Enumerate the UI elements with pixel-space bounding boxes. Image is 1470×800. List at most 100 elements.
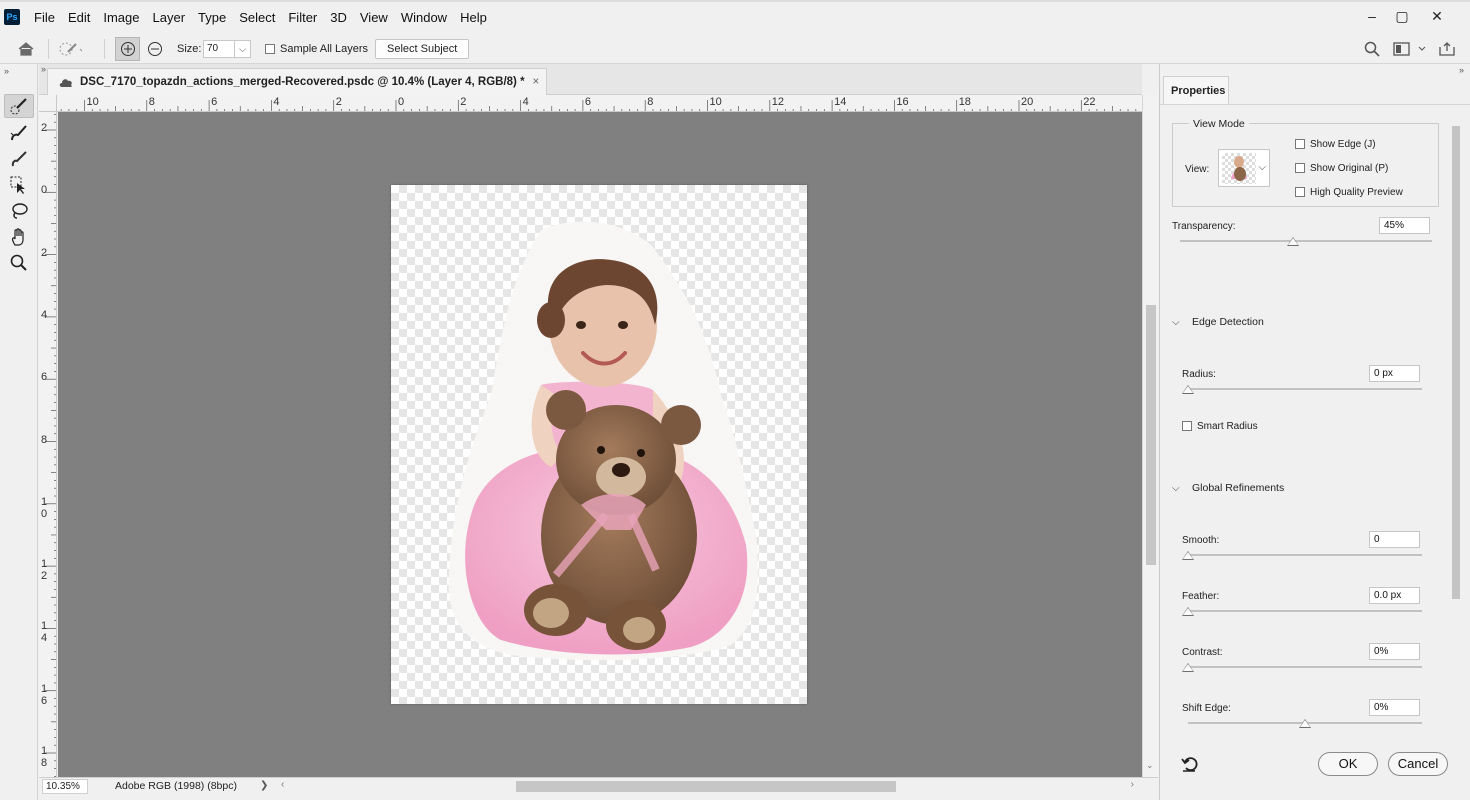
transparency-slider-thumb[interactable] <box>1287 237 1300 246</box>
document-image[interactable] <box>391 185 807 704</box>
size-dropdown[interactable]: ⌵ <box>235 40 251 58</box>
menu-select[interactable]: Select <box>232 10 281 26</box>
brush-tool[interactable] <box>4 147 34 171</box>
collapse-toolbar-icon[interactable]: » <box>4 66 9 76</box>
radius-slider[interactable] <box>1188 388 1422 390</box>
options-bar: Size: 70 ⌵ Sample All Layers Select Subj… <box>0 34 1470 64</box>
workspace-switcher[interactable] <box>1393 34 1427 64</box>
maximize-button[interactable]: ▢ <box>1387 4 1417 28</box>
status-menu-icon[interactable]: ❯ <box>260 780 268 791</box>
shift-edge-field[interactable]: 0% <box>1369 699 1420 716</box>
zoom-tool[interactable] <box>4 251 34 275</box>
edge-detection-header[interactable]: ⌵ Edge Detection <box>1172 316 1264 328</box>
feather-slider-thumb[interactable] <box>1182 607 1194 616</box>
canvas-vertical-scrollbar[interactable]: ⌄ <box>1142 95 1158 777</box>
object-selection-tool[interactable] <box>4 173 34 197</box>
canvas-horizontal-scrollbar[interactable]: ‹ › <box>281 778 1134 795</box>
menu-filter[interactable]: Filter <box>281 10 323 26</box>
collapse-panels-icon[interactable]: » <box>41 64 46 74</box>
reset-button[interactable] <box>1180 754 1200 777</box>
sample-all-layers-option[interactable]: Sample All Layers <box>265 34 368 64</box>
search-button[interactable] <box>1364 34 1380 64</box>
show-edge-checkbox[interactable] <box>1295 139 1305 150</box>
menu-layer[interactable]: Layer <box>146 10 192 26</box>
ruler-origin[interactable] <box>39 95 57 112</box>
smart-radius-checkbox[interactable] <box>1182 421 1192 432</box>
smart-radius-option[interactable]: Smart Radius <box>1182 421 1258 432</box>
high-quality-preview-checkbox[interactable] <box>1295 187 1305 198</box>
add-to-selection-button[interactable] <box>115 34 140 64</box>
global-refinements-title: Global Refinements <box>1192 482 1285 494</box>
panel-scroll-thumb[interactable] <box>1452 126 1460 599</box>
shift-edge-slider-thumb[interactable] <box>1299 719 1311 728</box>
lasso-tool[interactable] <box>4 199 34 223</box>
contrast-slider[interactable] <box>1188 666 1422 668</box>
feather-slider[interactable] <box>1188 610 1422 612</box>
menu-file[interactable]: File <box>27 10 61 26</box>
vertical-scroll-thumb[interactable] <box>1146 305 1156 565</box>
vertical-ruler[interactable]: 2 0 2 4 6 8 10 12 14 16 18 <box>39 112 57 777</box>
document-tab[interactable]: DSC_7170_topazdn_actions_merged-Recovere… <box>47 68 547 95</box>
transparency-slider[interactable] <box>1180 240 1432 242</box>
show-original-label: Show Original (P) <box>1310 163 1389 174</box>
show-edge-option[interactable]: Show Edge (J) <box>1295 139 1376 150</box>
zoom-field[interactable]: 10.35% <box>42 779 88 794</box>
canvas-area[interactable] <box>58 112 1142 777</box>
properties-tab[interactable]: Properties <box>1163 76 1229 105</box>
quick-selection-icon <box>10 98 27 115</box>
transparency-label: Transparency: <box>1172 221 1236 232</box>
contrast-field[interactable]: 0% <box>1369 643 1420 660</box>
global-refinements-header[interactable]: ⌵ Global Refinements <box>1172 482 1284 494</box>
ruler-label: 2 <box>41 246 48 259</box>
close-window-button[interactable]: ✕ <box>1422 4 1452 28</box>
menu-edit[interactable]: Edit <box>61 10 96 26</box>
ok-button[interactable]: OK <box>1318 752 1378 776</box>
menu-type[interactable]: Type <box>191 10 232 26</box>
menu-help[interactable]: Help <box>453 10 493 26</box>
sample-all-layers-checkbox[interactable] <box>265 44 275 54</box>
tool-preset-picker[interactable] <box>58 34 82 64</box>
menu-window[interactable]: Window <box>394 10 453 26</box>
chevron-down-icon: ⌵ <box>1172 483 1180 494</box>
contrast-slider-thumb[interactable] <box>1182 663 1194 672</box>
minimize-button[interactable]: – <box>1357 4 1387 28</box>
menu-image[interactable]: Image <box>96 10 145 26</box>
close-document-icon[interactable]: × <box>533 76 540 88</box>
ruler-label: 12 <box>771 96 785 108</box>
refine-edge-brush-tool[interactable] <box>4 121 34 145</box>
menu-3d[interactable]: 3D <box>323 10 353 26</box>
ruler-label: 0 <box>41 184 48 197</box>
scroll-right-icon[interactable]: › <box>1131 779 1134 790</box>
menu-view[interactable]: View <box>353 10 394 26</box>
subtract-from-selection-button[interactable] <box>147 34 163 64</box>
quick-selection-tool[interactable] <box>4 94 34 118</box>
radius-slider-thumb[interactable] <box>1182 385 1194 394</box>
cloud-document-icon <box>59 79 72 87</box>
home-button[interactable] <box>17 34 35 64</box>
view-mode-picker[interactable]: ⌵ <box>1218 149 1270 187</box>
size-input[interactable]: 70 <box>203 40 235 58</box>
scroll-left-icon[interactable]: ‹ <box>281 779 284 790</box>
transparency-field[interactable]: 45% <box>1379 217 1430 234</box>
smooth-field[interactable]: 0 <box>1369 531 1420 548</box>
scroll-down-icon[interactable]: ⌄ <box>1146 760 1154 771</box>
radius-field[interactable]: 0 px <box>1369 365 1420 382</box>
share-button[interactable] <box>1438 34 1456 64</box>
horizontal-scroll-thumb[interactable] <box>516 781 896 792</box>
brush-icon <box>11 151 27 167</box>
horizontal-ruler[interactable]: 10 8 6 4 2 0 2 4 6 8 10 12 14 16 18 20 22 <box>57 95 1142 112</box>
smooth-slider-thumb[interactable] <box>1182 551 1194 560</box>
show-original-option[interactable]: Show Original (P) <box>1295 163 1388 174</box>
select-subject-button[interactable]: Select Subject <box>375 39 470 59</box>
size-control: 70 ⌵ <box>203 34 251 64</box>
hand-tool[interactable] <box>4 225 34 249</box>
lasso-icon <box>12 203 28 219</box>
panel-scrollbar[interactable] <box>1451 126 1461 730</box>
collapse-panel-icon[interactable]: » <box>1459 65 1464 75</box>
plus-circle-icon <box>120 42 135 56</box>
show-original-checkbox[interactable] <box>1295 163 1305 174</box>
smooth-slider[interactable] <box>1188 554 1422 556</box>
high-quality-preview-option[interactable]: High Quality Preview <box>1295 187 1403 198</box>
feather-field[interactable]: 0.0 px <box>1369 587 1420 604</box>
cancel-button[interactable]: Cancel <box>1388 752 1448 776</box>
